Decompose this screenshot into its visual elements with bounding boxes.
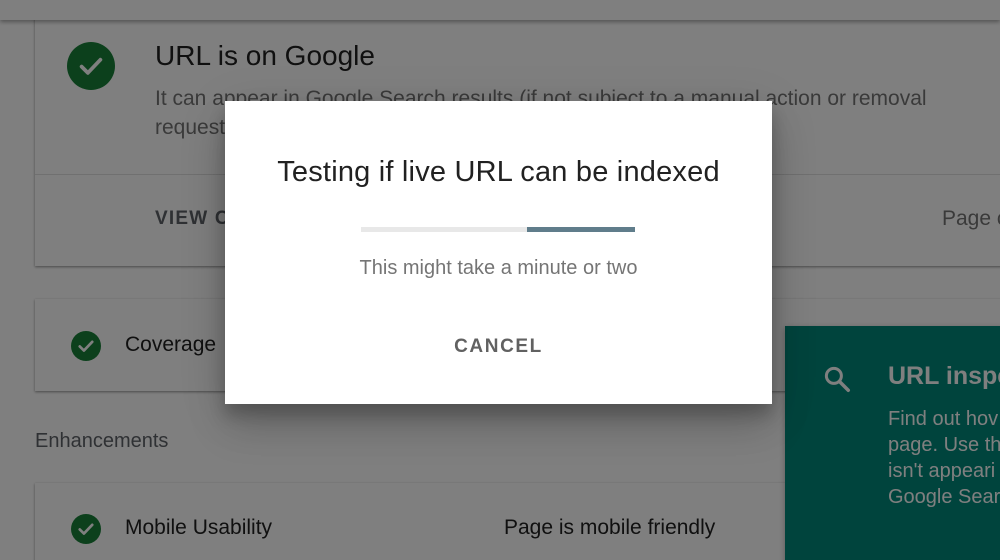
dialog-title: Testing if live URL can be indexed [277,156,720,188]
progress-indicator [526,227,635,232]
progress-bar [361,227,635,232]
dialog-subtitle: This might take a minute or two [359,257,638,279]
cancel-button[interactable]: CANCEL [445,327,552,367]
live-test-dialog: Testing if live URL can be indexed This … [225,101,772,404]
